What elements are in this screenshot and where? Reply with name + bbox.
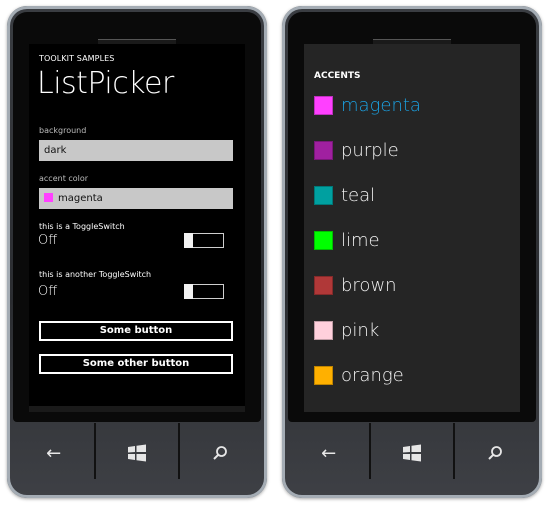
back-button[interactable]: ← (13, 423, 94, 483)
color-swatch (314, 275, 333, 295)
back-button[interactable]: ← (288, 423, 369, 483)
color-swatch (314, 95, 333, 115)
color-swatch (314, 365, 333, 385)
accent-item-purple[interactable]: purple (314, 139, 399, 161)
back-arrow-icon: ← (46, 442, 62, 464)
toggle-switch-2[interactable] (184, 284, 224, 299)
accent-label: orange (341, 364, 404, 386)
accent-label: magenta (341, 94, 421, 116)
color-swatch (314, 140, 333, 160)
color-swatch (314, 185, 333, 205)
background-value: dark (44, 145, 67, 156)
toggle2-label: this is another ToggleSwitch (39, 270, 152, 279)
search-icon (213, 446, 228, 460)
accent-item-brown[interactable]: brown (314, 274, 397, 296)
phone-right: ACCENTS magenta purple teal lime brown p… (282, 6, 542, 498)
accent-item-lime[interactable]: lime (314, 229, 380, 251)
toggle-knob[interactable] (184, 284, 193, 299)
accent-color-picker[interactable]: magenta (39, 188, 233, 209)
toggle1-label: this is a ToggleSwitch (39, 222, 125, 231)
app-bar-strip (29, 406, 245, 412)
accents-header: ACCENTS (314, 71, 361, 81)
page-title: ListPicker (37, 66, 174, 101)
accent-item-orange[interactable]: orange (314, 364, 404, 386)
accent-item-magenta[interactable]: magenta (314, 94, 421, 116)
app-title: TOOLKIT SAMPLES (39, 54, 115, 63)
accents-picker-screen: ACCENTS magenta purple teal lime brown p… (304, 44, 520, 412)
windows-logo-icon (402, 444, 421, 462)
hardware-buttons: ← (13, 423, 261, 483)
toggle2-state: Off (38, 284, 58, 299)
search-button[interactable] (180, 423, 261, 483)
phone-left: TOOLKIT SAMPLES ListPicker background da… (7, 6, 267, 498)
toggle-knob[interactable] (184, 233, 193, 248)
search-button[interactable] (455, 423, 536, 483)
back-arrow-icon: ← (321, 442, 337, 464)
accent-item-pink[interactable]: pink (314, 319, 379, 341)
accent-color-label: accent color (39, 174, 89, 183)
hardware-buttons: ← (288, 423, 536, 483)
accent-label: lime (341, 229, 380, 251)
color-swatch (314, 320, 333, 340)
accent-swatch (44, 192, 53, 202)
accent-label: pink (341, 319, 380, 341)
accent-color-value: magenta (58, 193, 103, 204)
background-label: background (39, 126, 87, 135)
background-picker[interactable]: dark (39, 140, 233, 161)
toggle-switch-1[interactable] (184, 233, 224, 248)
start-button[interactable] (96, 423, 177, 483)
some-button[interactable]: Some button (39, 321, 233, 341)
accent-label: purple (341, 139, 399, 161)
search-icon (488, 446, 503, 460)
accent-label: brown (341, 274, 397, 296)
start-button[interactable] (371, 423, 452, 483)
accent-label: teal (341, 184, 376, 206)
some-other-button[interactable]: Some other button (39, 354, 233, 374)
listpicker-screen: TOOLKIT SAMPLES ListPicker background da… (29, 44, 245, 412)
windows-logo-icon (127, 444, 146, 462)
accent-item-teal[interactable]: teal (314, 184, 375, 206)
toggle1-state: Off (38, 233, 58, 248)
color-swatch (314, 230, 333, 250)
